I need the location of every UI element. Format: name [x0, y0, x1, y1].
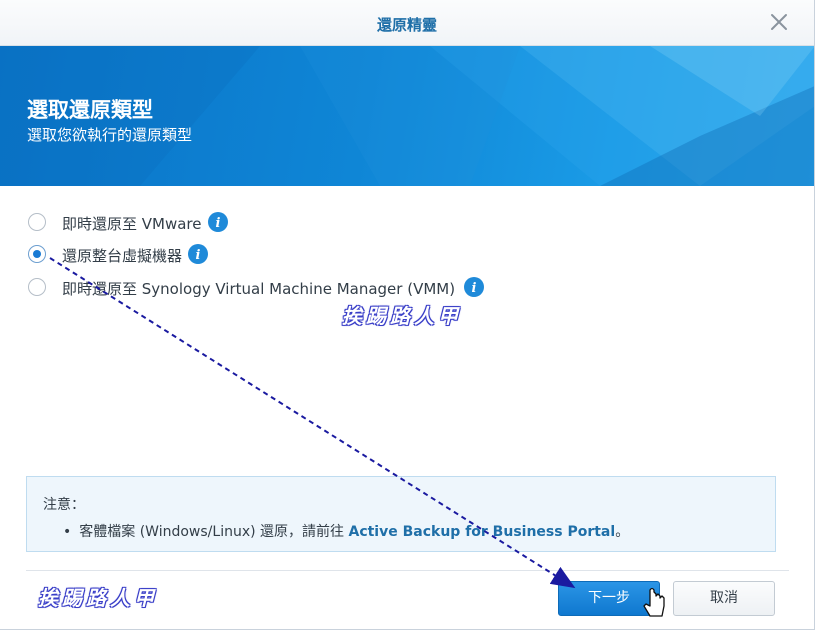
banner-heading: 選取還原類型 [27, 98, 153, 122]
abb-portal-link[interactable]: Active Backup for Business Portal [348, 524, 615, 540]
note-line: • 客體檔案 (Windows/Linux) 還原，請前往 Active Back… [63, 521, 629, 541]
svg-text:i: i [216, 216, 221, 231]
watermark-text: 挨踢路人甲 [342, 304, 462, 328]
banner-subheading: 選取您欲執行的還原類型 [27, 126, 193, 144]
note-text-end: 。 [615, 524, 630, 540]
note-title: 注意： [43, 497, 85, 513]
svg-text:i: i [472, 281, 477, 296]
note-text: 客體檔案 (Windows/Linux) 還原，請前往 [79, 524, 349, 540]
footer-divider [26, 570, 789, 571]
note-box: 注意： • 客體檔案 (Windows/Linux) 還原，請前往 Active … [26, 476, 776, 552]
info-icon[interactable]: i [208, 212, 228, 232]
window-title: 還原精靈 [376, 16, 437, 34]
restore-wizard-dialog: 還原精靈 選取還原類型 選取您欲執行的還原類型 即時還原至 VMware i 還… [0, 0, 815, 630]
info-icon[interactable]: i [188, 244, 208, 264]
option-label: 還原整台虛擬機器 [62, 247, 183, 265]
info-icon[interactable]: i [464, 277, 484, 297]
cancel-button[interactable]: 取消 [673, 581, 775, 616]
radio-restore-entire-vm[interactable] [28, 245, 46, 263]
header-banner: 選取還原類型 選取您欲執行的還原類型 [0, 46, 814, 186]
next-button[interactable]: 下一步 [558, 581, 660, 616]
option-label: 即時還原至 Synology Virtual Machine Manager (… [62, 280, 456, 298]
close-icon[interactable] [768, 11, 790, 33]
option-label: 即時還原至 VMware [62, 215, 202, 233]
watermark-text-footer: 挨踢路人甲 [38, 586, 158, 610]
radio-instant-restore-vmware[interactable] [28, 213, 46, 231]
title-bar: 還原精靈 [0, 0, 814, 46]
radio-instant-restore-vmm[interactable] [28, 278, 46, 296]
note-bullet: • [63, 524, 72, 540]
svg-text:i: i [196, 248, 201, 263]
